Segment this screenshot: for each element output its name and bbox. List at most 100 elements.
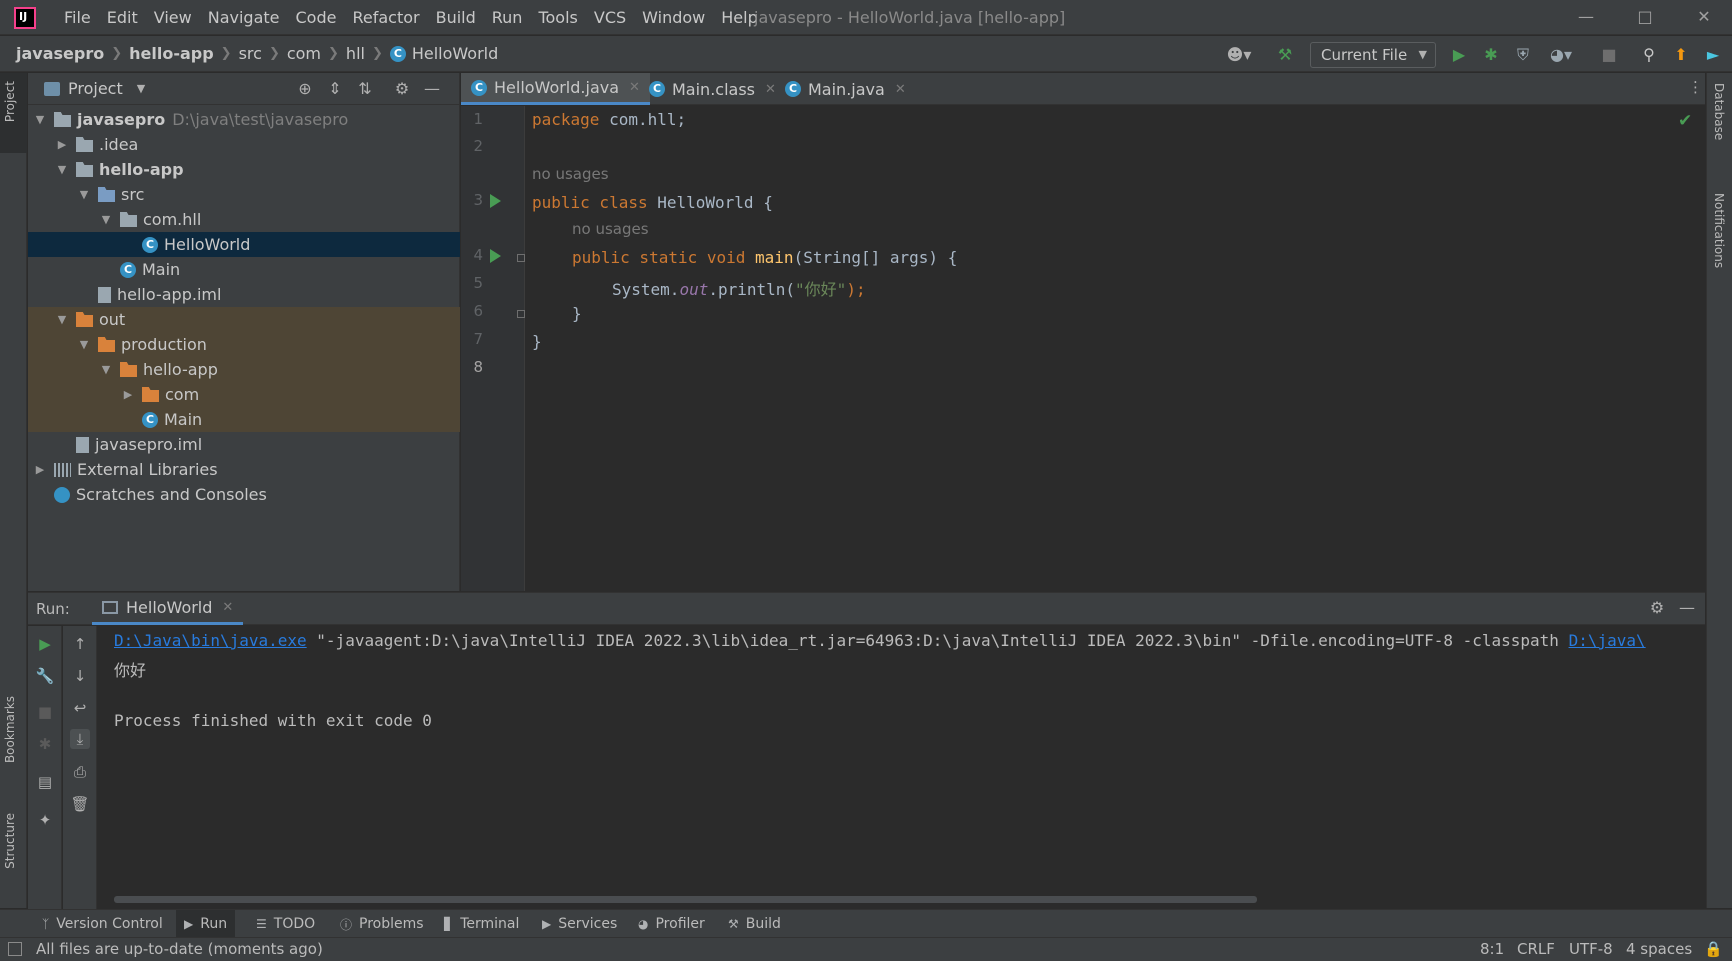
breadcrumb-javasepro[interactable]: javasepro bbox=[16, 44, 104, 63]
debug-icon[interactable]: ✱ bbox=[35, 734, 55, 754]
tree-item-hello-app[interactable]: ▼ hello-app bbox=[28, 157, 460, 182]
tool-profiler[interactable]: ◕ Profiler bbox=[630, 910, 713, 938]
database-tool-tab[interactable]: Database bbox=[1712, 83, 1726, 140]
tree-item-out[interactable]: ▼ out bbox=[28, 307, 460, 332]
console-horizontal-scrollbar[interactable] bbox=[114, 896, 1257, 903]
gear-icon[interactable]: ⚙ bbox=[1646, 598, 1668, 620]
java-exe-link[interactable]: D:\Java\bin\java.exe bbox=[114, 631, 307, 650]
menu-navigate[interactable]: Navigate bbox=[200, 8, 288, 27]
breadcrumb-src[interactable]: src bbox=[239, 44, 262, 63]
tree-item-main[interactable]: C Main bbox=[28, 257, 460, 282]
lock-icon[interactable]: 🔒 bbox=[1704, 940, 1723, 958]
tab-main-class[interactable]: C Main.class ✕ bbox=[639, 73, 786, 105]
file-encoding[interactable]: UTF-8 bbox=[1569, 940, 1613, 958]
coverage-icon[interactable]: ⛨ bbox=[1512, 44, 1534, 66]
tool-todo[interactable]: ☰ TODO bbox=[248, 910, 323, 938]
build-hammer-icon[interactable]: ⚒ bbox=[1274, 44, 1296, 66]
menu-file[interactable]: File bbox=[56, 8, 99, 27]
debug-icon[interactable]: ✱ bbox=[1480, 44, 1502, 66]
gear-icon[interactable]: ⚙ bbox=[391, 79, 413, 101]
close-window-button[interactable]: ✕ bbox=[1691, 6, 1717, 28]
menu-tools[interactable]: Tools bbox=[530, 8, 585, 27]
stop-icon[interactable]: ■ bbox=[1598, 44, 1620, 66]
breadcrumb-hll[interactable]: hll bbox=[346, 44, 365, 63]
inlay-no-usages[interactable]: no usages bbox=[532, 165, 609, 183]
hide-panel-icon[interactable]: — bbox=[1676, 598, 1698, 620]
print-icon[interactable]: ⎙ bbox=[70, 762, 90, 782]
close-icon[interactable]: ✕ bbox=[895, 82, 906, 97]
tool-build[interactable]: ⚒ Build bbox=[720, 910, 789, 938]
collapse-all-icon[interactable]: ⇅ bbox=[354, 79, 376, 101]
tool-version-control[interactable]: ᛉ Version Control bbox=[34, 910, 171, 938]
tree-item-idea[interactable]: ▶ .idea bbox=[28, 132, 460, 157]
tab-main-java[interactable]: C Main.java ✕ bbox=[775, 73, 916, 105]
console-output[interactable]: D:\Java\bin\java.exe "-javaagent:D:\java… bbox=[114, 631, 1704, 891]
update-icon[interactable]: ⬆ bbox=[1670, 44, 1692, 66]
pin-icon[interactable]: ✦ bbox=[35, 810, 55, 830]
breadcrumb-helloworld[interactable]: HelloWorld bbox=[412, 44, 498, 63]
user-account-icon[interactable]: ☻▾ bbox=[1222, 44, 1256, 66]
more-options-icon[interactable]: ⋮ bbox=[1688, 78, 1703, 96]
layout-icon[interactable]: ▤ bbox=[35, 772, 55, 792]
fold-icon[interactable] bbox=[517, 254, 525, 262]
expand-all-icon[interactable]: ⇕ bbox=[324, 79, 346, 101]
soft-wrap-icon[interactable]: ↩ bbox=[70, 698, 90, 718]
wrench-icon[interactable]: 🔧 bbox=[35, 666, 55, 686]
tree-item-scratches[interactable]: Scratches and Consoles bbox=[28, 482, 460, 507]
tree-item-out-main[interactable]: C Main bbox=[28, 407, 460, 432]
menu-window[interactable]: Window bbox=[634, 8, 713, 27]
menu-refactor[interactable]: Refactor bbox=[344, 8, 427, 27]
tree-item-helloworld[interactable]: C HelloWorld bbox=[28, 232, 460, 257]
tree-item-javasepro-iml[interactable]: javasepro.iml bbox=[28, 432, 460, 457]
project-tool-tab[interactable]: Project bbox=[3, 81, 17, 122]
locate-file-icon[interactable]: ⊕ bbox=[294, 79, 316, 101]
maximize-button[interactable]: □ bbox=[1632, 6, 1658, 28]
arrow-up-icon[interactable]: ↑ bbox=[70, 634, 90, 654]
tree-item-src[interactable]: ▼ src bbox=[28, 182, 460, 207]
menu-edit[interactable]: Edit bbox=[99, 8, 146, 27]
search-icon[interactable]: ⚲ bbox=[1638, 44, 1660, 66]
toggle-tool-windows-icon[interactable] bbox=[8, 942, 22, 956]
inlay-no-usages[interactable]: no usages bbox=[572, 220, 649, 238]
indent-setting[interactable]: 4 spaces bbox=[1626, 940, 1692, 958]
close-icon[interactable]: ✕ bbox=[222, 600, 233, 615]
stop-icon[interactable]: ■ bbox=[35, 702, 55, 722]
tree-item-hello-app-iml[interactable]: hello-app.iml bbox=[28, 282, 460, 307]
tree-item-javasepro[interactable]: ▼ javasepro D:\java\test\javasepro bbox=[28, 107, 460, 132]
tab-helloworld-java[interactable]: C HelloWorld.java ✕ bbox=[461, 73, 650, 105]
no-problems-check-icon[interactable]: ✔ bbox=[1678, 111, 1692, 131]
menu-build[interactable]: Build bbox=[428, 8, 484, 27]
trash-icon[interactable]: 🗑 bbox=[70, 794, 90, 814]
tree-item-out-hello-app[interactable]: ▼ hello-app bbox=[28, 357, 460, 382]
run-tab-helloworld[interactable]: HelloWorld ✕ bbox=[92, 593, 244, 625]
tool-problems[interactable]: ⓘ Problems bbox=[332, 910, 432, 938]
breadcrumb-com[interactable]: com bbox=[287, 44, 321, 63]
arrow-down-icon[interactable]: ↓ bbox=[70, 666, 90, 686]
menu-vcs[interactable]: VCS bbox=[586, 8, 634, 27]
caret-position[interactable]: 8:1 bbox=[1480, 940, 1504, 958]
structure-tool-tab[interactable]: Structure bbox=[3, 813, 17, 869]
status-message[interactable]: All files are up-to-date (moments ago) bbox=[36, 940, 323, 958]
tool-terminal[interactable]: ▋ Terminal bbox=[436, 910, 527, 938]
classpath-link[interactable]: D:\java\ bbox=[1569, 631, 1646, 650]
run-class-gutter-icon[interactable] bbox=[490, 194, 501, 208]
tool-services[interactable]: ▶ Services bbox=[534, 910, 625, 938]
bookmarks-tool-tab[interactable]: Bookmarks bbox=[3, 696, 17, 763]
minimize-button[interactable]: — bbox=[1573, 6, 1599, 28]
notifications-tool-tab[interactable]: Notifications bbox=[1712, 193, 1726, 268]
menu-code[interactable]: Code bbox=[288, 8, 345, 27]
run-icon[interactable]: ▶ bbox=[1448, 44, 1470, 66]
code-editor[interactable]: package com.hll; no usages public class … bbox=[526, 106, 1705, 591]
run-main-gutter-icon[interactable] bbox=[490, 249, 501, 263]
run-configuration-select[interactable]: Current File ▼ bbox=[1310, 42, 1436, 68]
menu-view[interactable]: View bbox=[146, 8, 200, 27]
hide-panel-icon[interactable]: — bbox=[421, 79, 443, 101]
profile-icon[interactable]: ◕▾ bbox=[1544, 44, 1578, 66]
tool-run[interactable]: ▶ Run bbox=[176, 910, 236, 938]
breadcrumb-hello-app[interactable]: hello-app bbox=[129, 44, 214, 63]
line-separator[interactable]: CRLF bbox=[1517, 940, 1555, 958]
tree-item-production[interactable]: ▼ production bbox=[28, 332, 460, 357]
fold-icon[interactable] bbox=[517, 310, 525, 318]
code-with-me-icon[interactable]: ► bbox=[1702, 44, 1724, 66]
tree-item-com-hll[interactable]: ▼ com.hll bbox=[28, 207, 460, 232]
